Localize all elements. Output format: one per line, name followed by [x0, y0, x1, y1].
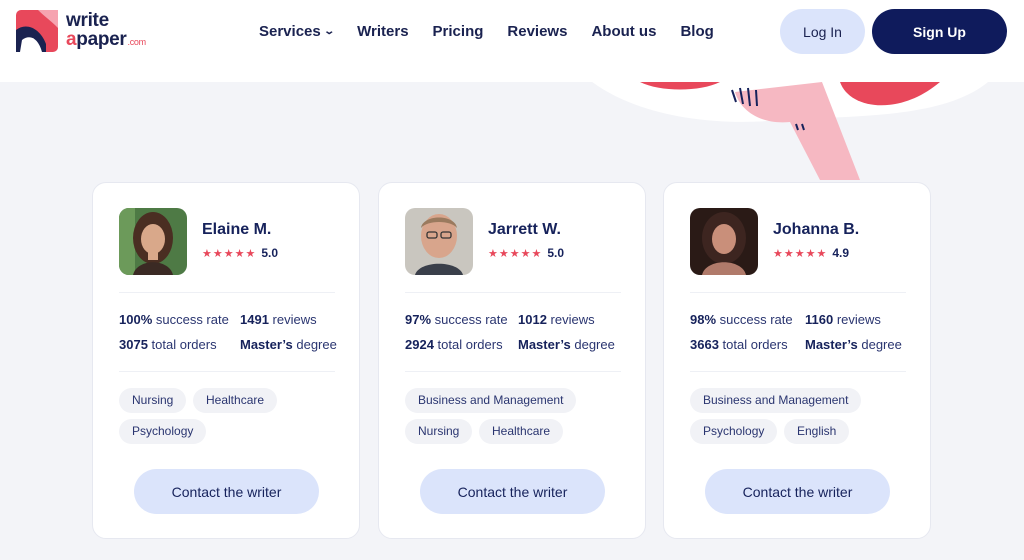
success-value: 100% — [119, 312, 153, 327]
main-nav: Services ⌄ Writers Pricing Reviews About … — [259, 21, 738, 43]
writer-avatar — [119, 208, 187, 275]
chevron-down-icon: ⌄ — [323, 26, 335, 37]
subject-tag[interactable]: Nursing — [119, 388, 187, 413]
nav-reviews[interactable]: Reviews — [507, 21, 567, 43]
writer-name: Johanna B. — [773, 221, 860, 238]
success-label: success rate — [716, 312, 793, 327]
reviews-value: 1491 — [240, 312, 269, 327]
total-orders: 2924 total orders — [405, 337, 503, 352]
success-label: success rate — [431, 312, 508, 327]
subject-tag[interactable]: Business and Management — [405, 388, 577, 413]
total-orders: 3663 total orders — [690, 337, 788, 352]
divider — [405, 292, 621, 293]
logo-wordmark: write apaper.com — [66, 11, 146, 52]
subject-tag[interactable]: English — [784, 419, 850, 444]
writer-card: Johanna B. ★★★★★ 4.9 98% success rate 11… — [663, 182, 931, 539]
signup-button[interactable]: Sign Up — [872, 9, 1007, 54]
nav-services-label: Services — [259, 23, 321, 40]
logo-paper: paper — [76, 28, 127, 50]
reviews-count: 1491 reviews — [240, 312, 317, 327]
subject-tag[interactable]: Nursing — [405, 419, 473, 444]
nav-writers[interactable]: Writers — [357, 21, 408, 43]
logo-line-1: write — [66, 9, 109, 31]
divider — [119, 371, 335, 372]
contact-writer-button[interactable]: Contact the writer — [134, 469, 319, 514]
degree-value: Master’s — [240, 337, 293, 352]
contact-writer-button[interactable]: Contact the writer — [705, 469, 890, 514]
logo-mark-icon — [16, 10, 58, 52]
orders-label: total orders — [147, 337, 217, 352]
writer-rating: ★★★★★ 4.9 — [773, 246, 849, 260]
writer-avatar — [690, 208, 758, 275]
success-rate: 100% success rate — [119, 312, 229, 327]
writer-card: Elaine M. ★★★★★ 5.0 100% success rate 14… — [92, 182, 360, 539]
degree: Master’s degree — [518, 337, 615, 352]
orders-value: 3075 — [119, 337, 148, 352]
rating-value: 4.9 — [832, 246, 849, 260]
success-rate: 97% success rate — [405, 312, 508, 327]
logo-com: .com — [127, 36, 147, 47]
degree-value: Master’s — [805, 337, 858, 352]
rating-value: 5.0 — [261, 246, 278, 260]
nav-blog[interactable]: Blog — [680, 21, 713, 43]
subject-tag[interactable]: Psychology — [690, 419, 778, 444]
contact-writer-button[interactable]: Contact the writer — [420, 469, 605, 514]
star-icon: ★★★★★ — [202, 247, 257, 260]
reviews-value: 1160 — [805, 312, 834, 327]
nav-services[interactable]: Services ⌄ — [259, 21, 335, 43]
login-button[interactable]: Log In — [780, 9, 865, 54]
subject-tag[interactable]: Business and Management — [690, 388, 862, 413]
reviews-value: 1012 — [518, 312, 547, 327]
nav-pricing[interactable]: Pricing — [433, 21, 484, 43]
writer-card: Jarrett W. ★★★★★ 5.0 97% success rate 10… — [378, 182, 646, 539]
success-value: 98% — [690, 312, 717, 327]
success-label: success rate — [152, 312, 229, 327]
reviews-label: reviews — [833, 312, 881, 327]
star-icon: ★★★★★ — [488, 247, 543, 260]
writer-avatar — [405, 208, 473, 275]
writer-name: Elaine M. — [202, 221, 272, 238]
reviews-count: 1012 reviews — [518, 312, 595, 327]
nav-about[interactable]: About us — [591, 21, 656, 43]
writer-rating: ★★★★★ 5.0 — [202, 246, 278, 260]
degree: Master’s degree — [240, 337, 337, 352]
rating-value: 5.0 — [547, 246, 564, 260]
writer-rating: ★★★★★ 5.0 — [488, 246, 564, 260]
logo-line-2: apaper.com — [66, 30, 146, 52]
divider — [405, 371, 621, 372]
site-logo[interactable]: write apaper.com — [16, 10, 146, 52]
degree-label: degree — [857, 337, 902, 352]
subject-tag[interactable]: Healthcare — [479, 419, 564, 444]
orders-value: 3663 — [690, 337, 719, 352]
logo-a: a — [66, 28, 77, 50]
site-header: write apaper.com Services ⌄ Writers Prici… — [0, 0, 1024, 82]
star-icon: ★★★★★ — [773, 247, 828, 260]
total-orders: 3075 total orders — [119, 337, 217, 352]
reviews-count: 1160 reviews — [805, 312, 881, 327]
degree-label: degree — [292, 337, 337, 352]
subject-tag[interactable]: Psychology — [119, 419, 207, 444]
degree-value: Master’s — [518, 337, 571, 352]
reviews-label: reviews — [268, 312, 317, 327]
divider — [690, 371, 906, 372]
reviews-label: reviews — [546, 312, 595, 327]
degree-label: degree — [570, 337, 615, 352]
subject-tag[interactable]: Healthcare — [193, 388, 278, 413]
writer-name: Jarrett W. — [488, 221, 561, 238]
orders-value: 2924 — [405, 337, 434, 352]
orders-label: total orders — [718, 337, 788, 352]
divider — [690, 292, 906, 293]
divider — [119, 292, 335, 293]
orders-label: total orders — [433, 337, 503, 352]
degree: Master’s degree — [805, 337, 902, 352]
success-value: 97% — [405, 312, 432, 327]
success-rate: 98% success rate — [690, 312, 793, 327]
